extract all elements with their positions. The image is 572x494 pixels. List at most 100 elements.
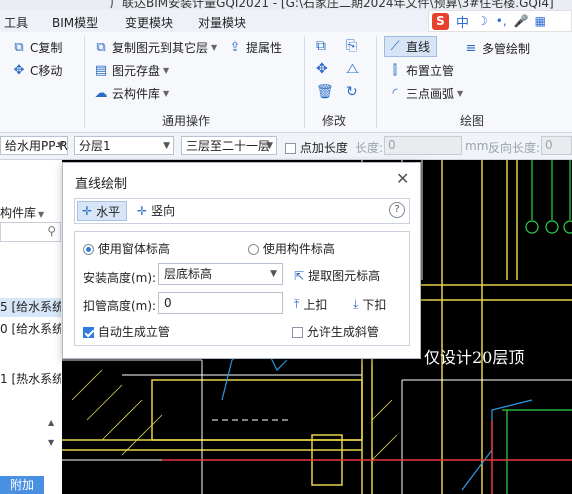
chevron-down-icon: ▼ (163, 141, 170, 151)
down-deduct-button[interactable]: ⤓ 下扣 (353, 296, 386, 313)
deduct-height-input[interactable]: 0 (158, 292, 283, 314)
extract-attr-label: 提属性 (246, 41, 283, 55)
component-lib-tab[interactable]: 构件库 ▼ (0, 204, 44, 221)
layer-select[interactable]: 分层1 ▼ (74, 136, 174, 155)
copy-to-floor-label: 复制图元到其它层 (112, 41, 209, 55)
menu-change-module[interactable]: 变更模块 (125, 14, 173, 31)
extend-icon[interactable]: ⎘ (346, 38, 357, 54)
line-button[interactable]: ⟋ 直线 (384, 36, 438, 57)
down-deduct-icon: ⤓ (353, 297, 359, 311)
chevron-down-icon: ▼ (38, 210, 45, 219)
extract-attr-button[interactable]: ⇪ 提属性 (228, 39, 282, 56)
search-input[interactable]: ⚲ (0, 222, 61, 242)
copy-to-floor-button[interactable]: ⧉ 复制图元到其它层 ▼ (94, 39, 217, 56)
c-copy-button[interactable]: ⧉ C复制 (12, 39, 62, 56)
chevron-down-icon: ▼ (211, 43, 218, 52)
scroll-up-icon[interactable]: ▲ (48, 418, 54, 427)
install-height-value: 层底标高 (164, 267, 213, 281)
multi-draw-label: 多管绘制 (482, 42, 531, 56)
move-icon: ✥ (13, 62, 25, 78)
tab-horizontal[interactable]: ✛ 水平 (77, 201, 128, 221)
move-icon[interactable]: ✥ (316, 61, 328, 77)
layer-select-value: 分层1 (79, 139, 111, 153)
chevron-down-icon: ▼ (270, 269, 277, 279)
length-label: 长度: (355, 141, 384, 155)
line-label: 直线 (406, 40, 431, 54)
microphone-icon[interactable]: 🎤 (514, 14, 529, 28)
install-height-label: 安装高度(m): (83, 271, 157, 285)
riser-icon: ⫿ (392, 62, 398, 78)
extract-height-label: 提取图元标高 (308, 269, 381, 283)
scroll-down-icon[interactable]: ▼ (48, 438, 54, 447)
moon-icon[interactable]: ☽ (477, 14, 488, 28)
rotate-icon[interactable]: ↻ (346, 84, 358, 100)
component-lib-label: 构件库 (0, 206, 37, 220)
help-icon[interactable]: ? (389, 202, 405, 218)
c-move-button[interactable]: ✥ C移动 (12, 62, 63, 79)
component-select[interactable]: 给水用PP-R ▼ (0, 136, 68, 155)
dialog-title: 直线绘制 (75, 177, 128, 192)
deduct-height-label: 扣管高度(m): (83, 299, 157, 313)
list-item[interactable]: 1 [热水系统 (0, 370, 61, 387)
point-length-checkbox[interactable] (285, 143, 296, 154)
property-toolbar: 给水用PP-R ▼ 分层1 ▼ 三层至二十一层 ▼ 点加长度 长度: 0 mm 反向长… (0, 133, 572, 160)
three-point-arc-button[interactable]: ◜ 三点画弧 ▼ (388, 85, 463, 102)
list-item[interactable]: 5 [给水系统 (0, 298, 61, 317)
menu-tools[interactable]: 工具 (4, 14, 28, 31)
list-item[interactable]: 0 [给水系统 (0, 320, 61, 337)
chevron-down-icon: ▼ (266, 141, 273, 151)
punctuation-icon[interactable]: •, (496, 14, 507, 28)
keyboard-icon[interactable]: ▦ (535, 14, 546, 28)
layout-riser-button[interactable]: ⫿ 布置立管 (388, 62, 454, 79)
extract-height-button[interactable]: ⇱ 提取图元标高 (294, 267, 380, 284)
three-point-arc-label: 三点画弧 (406, 87, 455, 101)
close-icon[interactable]: ✕ (396, 169, 409, 188)
up-deduct-button[interactable]: ⤒ 上扣 (294, 296, 327, 313)
mirror-icon[interactable]: ⧍ (346, 61, 359, 77)
length-input[interactable]: 0 (384, 136, 462, 155)
cloud-lib-label: 云构件库 (112, 87, 161, 101)
tab-vertical[interactable]: ✛ 竖向 (137, 202, 175, 219)
allow-slope-label: 允许生成斜管 (306, 325, 379, 339)
deduct-height-value: 0 (164, 296, 172, 310)
length-value: 0 (388, 138, 396, 152)
radio-window-height[interactable]: 使用窗体标高 (83, 240, 170, 257)
point-length-label: 点加长度 (299, 141, 348, 155)
ime-chinese-mode[interactable]: 中 (456, 12, 469, 31)
menu-check-module[interactable]: 对量模块 (198, 14, 246, 31)
save-elements-button[interactable]: ▤ 图元存盘 ▼ (94, 62, 169, 79)
cloud-lib-button[interactable]: ☁ 云构件库 ▼ (94, 85, 170, 102)
radio-window-height-dot[interactable] (83, 244, 94, 255)
floor-select-value: 三层至二十一层 (186, 139, 271, 153)
point-length-toggle[interactable]: 点加长度 (285, 139, 348, 156)
window-title: 广联达BIM安装计量GQI2021 - [G:\石家庄二期2024年文件\预算\… (110, 0, 554, 10)
copy-icon: ⧉ (14, 39, 24, 55)
floor-select[interactable]: 三层至二十一层 ▼ (181, 136, 277, 155)
horizontal-icon: ✛ (82, 204, 93, 218)
multi-draw-button[interactable]: ≡ 多管绘制 (464, 40, 530, 57)
chevron-down-icon: ▼ (457, 89, 464, 98)
ribbon-separator (304, 36, 305, 128)
auto-riser-option[interactable]: 自动生成立管 (83, 323, 170, 340)
extract-icon: ⇪ (229, 39, 241, 55)
reverse-length-input[interactable]: 0 (541, 136, 572, 155)
allow-slope-checkbox[interactable] (292, 327, 303, 338)
title-bar: 广联达BIM安装计量GQI2021 - [G:\石家庄二期2024年文件\预算\… (0, 0, 572, 10)
extract-height-icon: ⇱ (294, 268, 305, 283)
radio-component-height-dot[interactable] (248, 244, 259, 255)
chevron-down-icon: ▼ (57, 141, 64, 151)
radio-component-height-label: 使用构件标高 (262, 242, 335, 256)
auto-riser-label: 自动生成立管 (97, 325, 170, 339)
radio-component-height[interactable]: 使用构件标高 (248, 240, 335, 257)
install-height-select[interactable]: 层底标高 ▼ (158, 263, 283, 285)
ribbon-separator (84, 36, 85, 128)
attach-tab[interactable]: 附加 (0, 476, 44, 494)
copy-icon[interactable]: ⧉ (316, 38, 326, 54)
group-label-draw: 绘图 (460, 114, 485, 128)
up-deduct-label: 上扣 (303, 298, 328, 312)
allow-slope-option[interactable]: 允许生成斜管 (292, 323, 379, 340)
down-deduct-label: 下扣 (362, 298, 387, 312)
menu-bim-model[interactable]: BIM模型 (52, 14, 98, 31)
auto-riser-checkbox[interactable] (83, 327, 94, 338)
delete-icon[interactable]: 🗑 (316, 84, 334, 100)
